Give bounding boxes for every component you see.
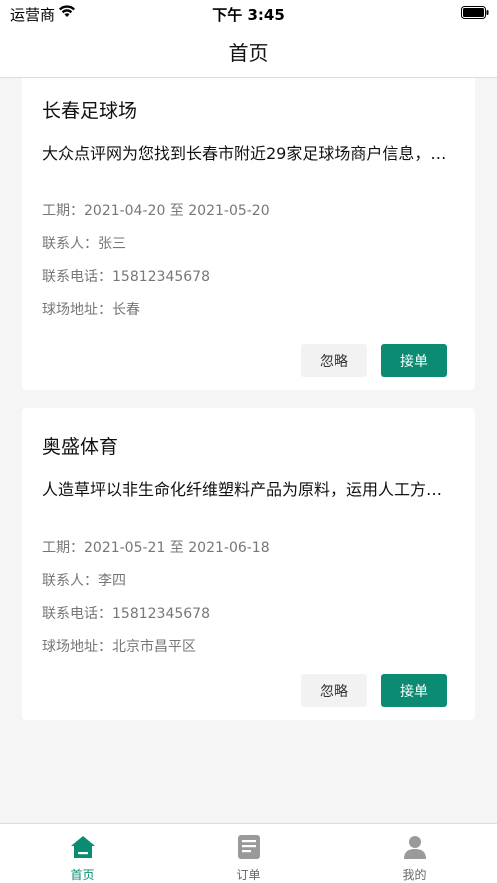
contact-label: 联系人：: [42, 573, 98, 589]
phone-value: 15812345678: [112, 269, 210, 285]
phone-label: 联系电话：: [42, 269, 112, 285]
phone-value: 15812345678: [112, 606, 210, 622]
contact-label: 联系人：: [42, 236, 98, 252]
contact-value: 张三: [98, 236, 126, 252]
tab-orders-label: 订单: [236, 868, 261, 882]
address-label: 球场地址：: [42, 302, 112, 318]
order-list[interactable]: 长春足球场 大众点评网为您找到长春市附近29家足球场商户信息，包括地址、电话等 …: [0, 78, 497, 823]
page-title: 首页: [228, 41, 269, 65]
order-period: 工期：2021-04-20 至 2021-05-20: [42, 200, 270, 220]
order-title: 奥盛体育: [42, 436, 119, 458]
accept-order-button[interactable]: 接单: [381, 674, 447, 707]
period-value: 2021-05-21 至 2021-06-18: [84, 540, 270, 556]
order-description: 大众点评网为您找到长春市附近29家足球场商户信息，包括地址、电话等: [42, 144, 452, 163]
order-address: 球场地址：北京市昌平区: [42, 636, 196, 656]
order-contact: 联系人：张三: [42, 233, 126, 253]
tab-profile[interactable]: 我的: [332, 824, 497, 883]
contact-value: 李四: [98, 573, 126, 589]
ignore-button[interactable]: 忽略: [301, 674, 367, 707]
tab-orders[interactable]: 订单: [166, 824, 331, 883]
clock: 下午 3:45: [212, 6, 285, 24]
order-description: 人造草坪以非生命化纤维塑料产品为原料，运用人工方法制作而成: [42, 480, 452, 499]
status-bar: 运营商 下午 3:45: [0, 0, 497, 26]
address-value: 北京市昌平区: [112, 639, 196, 655]
battery-icon: [461, 6, 489, 19]
period-label: 工期：: [42, 540, 84, 556]
order-card: 长春足球场 大众点评网为您找到长春市附近29家足球场商户信息，包括地址、电话等 …: [22, 78, 475, 390]
order-phone: 联系电话：15812345678: [42, 266, 210, 286]
order-card: 奥盛体育 人造草坪以非生命化纤维塑料产品为原料，运用人工方法制作而成 工期：20…: [22, 408, 475, 720]
tab-bar: 首页 订单 我的: [0, 823, 497, 883]
accept-order-button[interactable]: 接单: [381, 344, 447, 377]
period-label: 工期：: [42, 203, 84, 219]
user-icon: [403, 836, 426, 859]
document-icon: [237, 835, 260, 859]
phone-label: 联系电话：: [42, 606, 112, 622]
home-icon: [70, 836, 95, 858]
order-address: 球场地址：长春: [42, 299, 140, 319]
nav-bar: 首页: [0, 26, 497, 78]
tab-home[interactable]: 首页: [0, 824, 165, 883]
order-title: 长春足球场: [42, 100, 138, 122]
tab-profile-label: 我的: [402, 868, 427, 882]
ignore-button[interactable]: 忽略: [301, 344, 367, 377]
tab-home-label: 首页: [70, 868, 95, 882]
order-period: 工期：2021-05-21 至 2021-06-18: [42, 537, 270, 557]
address-label: 球场地址：: [42, 639, 112, 655]
order-phone: 联系电话：15812345678: [42, 603, 210, 623]
order-contact: 联系人：李四: [42, 570, 126, 590]
address-value: 长春: [112, 302, 140, 318]
period-value: 2021-04-20 至 2021-05-20: [84, 203, 270, 219]
